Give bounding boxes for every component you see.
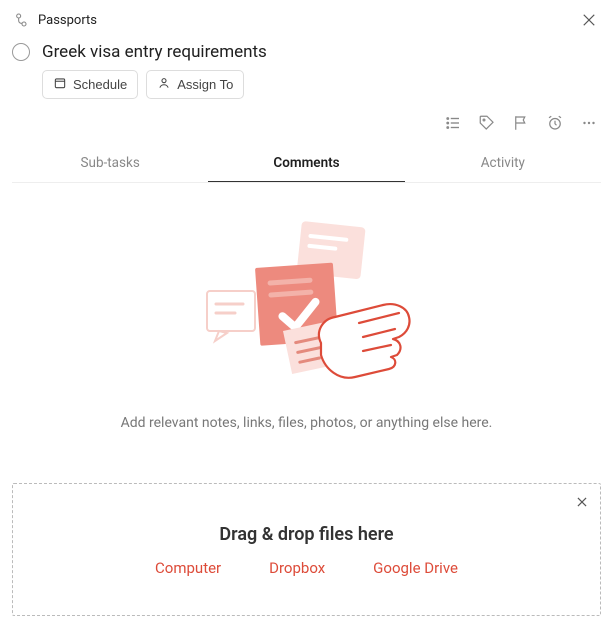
list-icon[interactable] [443, 113, 463, 133]
more-icon[interactable] [579, 113, 599, 133]
upload-gdrive-link[interactable]: Google Drive [373, 559, 458, 577]
calendar-icon [53, 76, 67, 93]
empty-state-text: Add relevant notes, links, files, photos… [117, 413, 497, 433]
breadcrumb[interactable]: Passports [38, 13, 567, 28]
assign-button[interactable]: Assign To [146, 70, 244, 99]
close-button[interactable] [577, 8, 601, 32]
schedule-button[interactable]: Schedule [42, 70, 138, 99]
upload-computer-link[interactable]: Computer [155, 559, 221, 577]
tab-subtasks[interactable]: Sub-tasks [12, 143, 208, 182]
tabs: Sub-tasks Comments Activity [12, 143, 601, 183]
person-icon [157, 76, 171, 93]
tab-activity[interactable]: Activity [405, 143, 601, 182]
schedule-label: Schedule [73, 77, 127, 92]
dropzone-title: Drag & drop files here [33, 524, 580, 545]
upload-dropbox-link[interactable]: Dropbox [269, 559, 325, 577]
tag-icon[interactable] [477, 113, 497, 133]
assign-label: Assign To [177, 77, 233, 92]
complete-checkbox[interactable] [12, 43, 30, 61]
empty-illustration [197, 213, 417, 393]
project-icon [12, 12, 28, 28]
reminder-icon[interactable] [545, 113, 565, 133]
task-title[interactable]: Greek visa entry requirements [42, 42, 267, 62]
file-dropzone[interactable]: Drag & drop files here Computer Dropbox … [12, 483, 601, 616]
flag-icon[interactable] [511, 113, 531, 133]
dropzone-close-button[interactable] [572, 492, 592, 512]
tab-comments[interactable]: Comments [208, 143, 404, 182]
